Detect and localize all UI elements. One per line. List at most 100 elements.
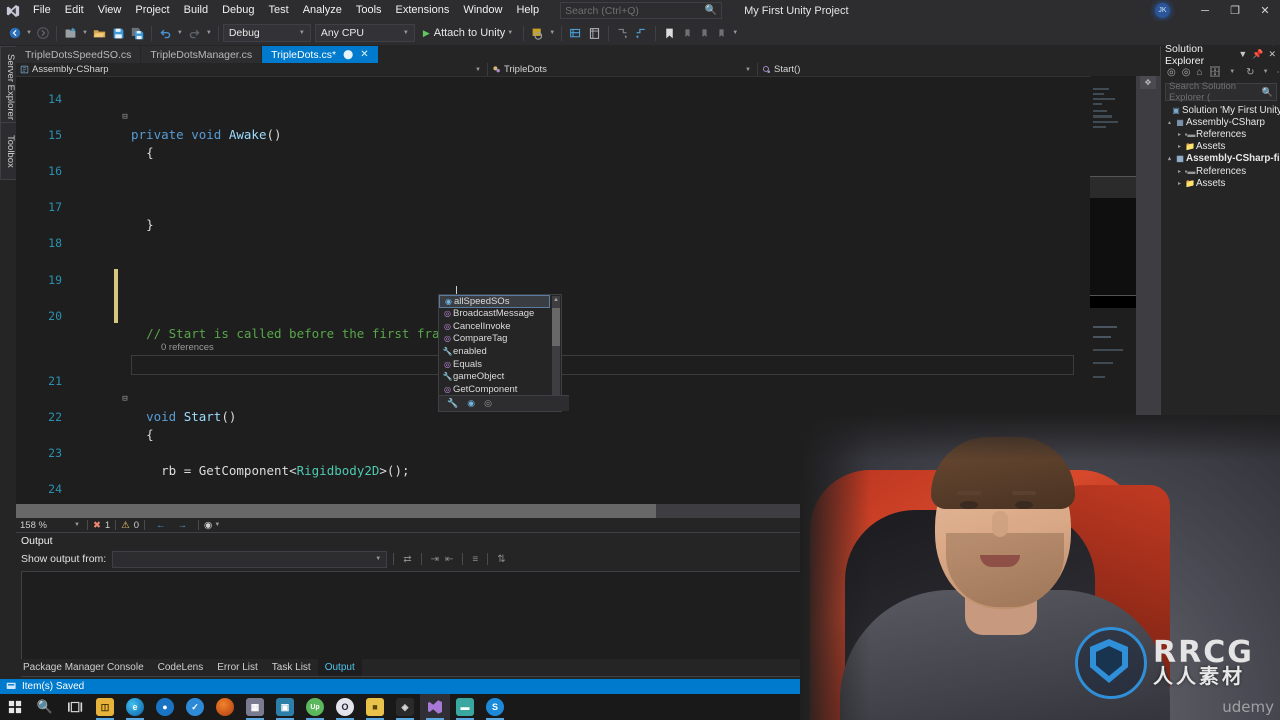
task-view-icon[interactable] — [60, 694, 90, 720]
chevron-down-icon[interactable]: ▼ — [1227, 69, 1237, 75]
upwork-icon[interactable]: Up — [300, 694, 330, 720]
preview-selected-items-icon[interactable] — [528, 21, 547, 45]
twisty-icon[interactable]: ▸ — [1175, 168, 1184, 175]
solution-configuration-combo[interactable]: Debug ▼ — [222, 24, 311, 42]
find-message-icon[interactable]: ⇄ — [400, 554, 414, 565]
close-button[interactable]: ✕ — [1250, 0, 1280, 21]
zoom-level[interactable]: 158 % — [16, 520, 72, 531]
menu-debug[interactable]: Debug — [215, 0, 261, 21]
bottom-tab-output[interactable]: Output — [317, 659, 362, 676]
solution-tree[interactable]: ▣ Solution 'My First Unity Pro ▴ ▦ Assem… — [1161, 104, 1280, 189]
main-menu[interactable]: File Edit View Project Build Debug Test … — [26, 0, 546, 21]
chevron-down-icon[interactable]: ▼ — [730, 30, 740, 36]
menu-tools[interactable]: Tools — [349, 0, 389, 21]
scroll-up-icon[interactable]: ▲ — [552, 296, 560, 304]
tab-tripledotsspeedso[interactable]: TripleDotsSpeedSO.cs — [16, 46, 141, 63]
code-line-18[interactable]: 18 — [16, 216, 1116, 250]
home-icon[interactable]: ⌂ — [1196, 67, 1202, 78]
close-icon[interactable]: ✕ — [360, 49, 368, 60]
todoist-check-icon[interactable]: ✓ — [180, 694, 210, 720]
chevron-down-icon[interactable]: ▼ — [80, 30, 90, 36]
completion-item-gameobject[interactable]: 🔧 gameObject — [439, 371, 550, 384]
error-count[interactable]: 1 — [101, 520, 110, 531]
navigate-forward-icon[interactable] — [34, 21, 52, 45]
pin-icon[interactable]: ⬤ — [343, 49, 353, 60]
twisty-icon[interactable]: ▸ — [1175, 131, 1184, 138]
intellisense-completion-list[interactable]: ◉ allSpeedSOs ◎ BroadcastMessage ◎ Cance… — [438, 294, 569, 412]
solution-explorer-search[interactable]: Search Solution Explorer ( 🔍 — [1165, 81, 1277, 103]
tree-item-references-1[interactable]: ▸ ▪▬ References — [1161, 128, 1280, 140]
step-icon-b[interactable] — [632, 21, 651, 45]
codelens-references-start[interactable]: 0 references — [16, 325, 1116, 353]
completion-item-allspeedsos[interactable]: ◉ allSpeedSOs — [439, 295, 550, 308]
horizontal-scroll-thumb[interactable] — [16, 504, 656, 518]
photos-icon[interactable]: ▦ — [240, 694, 270, 720]
go-to-previous-icon[interactable]: ⇥ — [428, 554, 442, 565]
navigate-back-icon[interactable] — [6, 21, 24, 45]
menu-edit[interactable]: Edit — [58, 0, 91, 21]
warning-count[interactable]: 0 — [130, 520, 139, 531]
chevron-down-icon[interactable]: ▼ — [473, 67, 483, 73]
bookmark-clear-icon[interactable] — [713, 21, 730, 45]
code-line-19[interactable]: 19 — [16, 252, 1116, 287]
tree-item-references-2[interactable]: ▸ ▪▬ References — [1161, 165, 1280, 177]
new-project-icon[interactable] — [61, 21, 80, 45]
menu-project[interactable]: Project — [128, 0, 176, 21]
method-filter-icon[interactable]: ◎ — [484, 398, 492, 409]
chevron-down-icon[interactable]: ▼ — [743, 67, 753, 73]
avatar[interactable]: JK — [1155, 3, 1170, 18]
split-view-icon[interactable]: ✥ — [1140, 76, 1156, 89]
open-file-icon[interactable] — [90, 21, 109, 45]
overflow-icon[interactable]: ⋯ — [1277, 67, 1280, 78]
minimize-button[interactable]: ─ — [1190, 0, 1220, 21]
code-line-20[interactable]: 20 // Start is called before the first f… — [16, 289, 1116, 341]
forward-icon[interactable]: ◎ — [1182, 67, 1191, 78]
close-icon[interactable]: ✕ — [1268, 49, 1276, 60]
chevron-down-icon[interactable]: ▼ — [72, 522, 82, 528]
tab-tripledots[interactable]: TripleDots.cs* ⬤ ✕ — [262, 46, 378, 63]
twisty-icon[interactable]: ▸ — [1175, 180, 1184, 187]
twisty-icon[interactable]: ▴ — [1165, 119, 1174, 126]
menu-file[interactable]: File — [26, 0, 58, 21]
navbar-project-combo[interactable]: Assembly-CSharp ▼ — [16, 63, 488, 76]
left-tab-toolbox[interactable]: Toolbox — [0, 122, 17, 180]
skype-icon[interactable]: S — [480, 694, 510, 720]
prev-issue-button[interactable]: ← — [150, 520, 172, 531]
bottom-tab-package-manager-console[interactable]: Package Manager Console — [16, 659, 151, 676]
bookmark-icon[interactable] — [660, 21, 679, 45]
chevron-down-icon[interactable]: ▼ — [547, 30, 557, 36]
navbar-type-combo[interactable]: TripleDots ▼ — [488, 63, 758, 76]
code-line-15[interactable]: 15 { — [16, 108, 1116, 160]
menu-help[interactable]: Help — [509, 0, 546, 21]
menu-build[interactable]: Build — [177, 0, 215, 21]
code-line-14[interactable]: 14 ⊟ private void Awake() — [16, 76, 1116, 142]
sticky-notes-icon[interactable]: ■ — [360, 694, 390, 720]
file-explorer-icon[interactable]: ◫ — [90, 694, 120, 720]
tree-item-solution[interactable]: ▣ Solution 'My First Unity Pro — [1161, 104, 1280, 116]
completion-items[interactable]: ◉ allSpeedSOs ◎ BroadcastMessage ◎ Cance… — [439, 295, 550, 404]
code-line-17[interactable]: 17 } — [16, 180, 1116, 232]
toggle-wordwrap-icon[interactable]: ⇅ — [494, 554, 508, 565]
chevron-down-icon[interactable]: ▼ — [24, 30, 34, 36]
location-app-icon[interactable]: ● — [150, 694, 180, 720]
bottom-tab-error-list[interactable]: Error List — [210, 659, 265, 676]
visual-studio-icon[interactable] — [420, 694, 450, 720]
show-all-files-icon[interactable] — [566, 21, 585, 45]
scroll-thumb[interactable] — [552, 308, 560, 346]
tree-item-assets-2[interactable]: ▸ 📁 Assets — [1161, 177, 1280, 189]
restore-button[interactable]: ❐ — [1220, 0, 1250, 21]
windows-start-icon[interactable] — [0, 694, 30, 720]
output-source-combo[interactable]: ▼ — [112, 550, 388, 568]
completion-item-comparetag[interactable]: ◎ CompareTag — [439, 333, 550, 346]
chevron-down-icon[interactable]: ▼ — [212, 522, 222, 528]
save-all-icon[interactable] — [128, 21, 147, 45]
menu-analyze[interactable]: Analyze — [296, 0, 349, 21]
refresh-icon[interactable]: ↻ — [1246, 67, 1254, 78]
completion-filter-bar[interactable]: 🔧 ◉ ◎ — [439, 395, 569, 411]
field-filter-icon[interactable]: ◉ — [467, 398, 475, 409]
left-tab-server-explorer[interactable]: Server Explorer — [0, 46, 17, 128]
chevron-down-icon[interactable]: ▼ — [204, 30, 214, 36]
solution-platform-combo[interactable]: Any CPU ▼ — [314, 24, 415, 42]
go-to-next-icon[interactable]: ⇤ — [442, 554, 456, 565]
properties-window-icon[interactable] — [585, 21, 604, 45]
